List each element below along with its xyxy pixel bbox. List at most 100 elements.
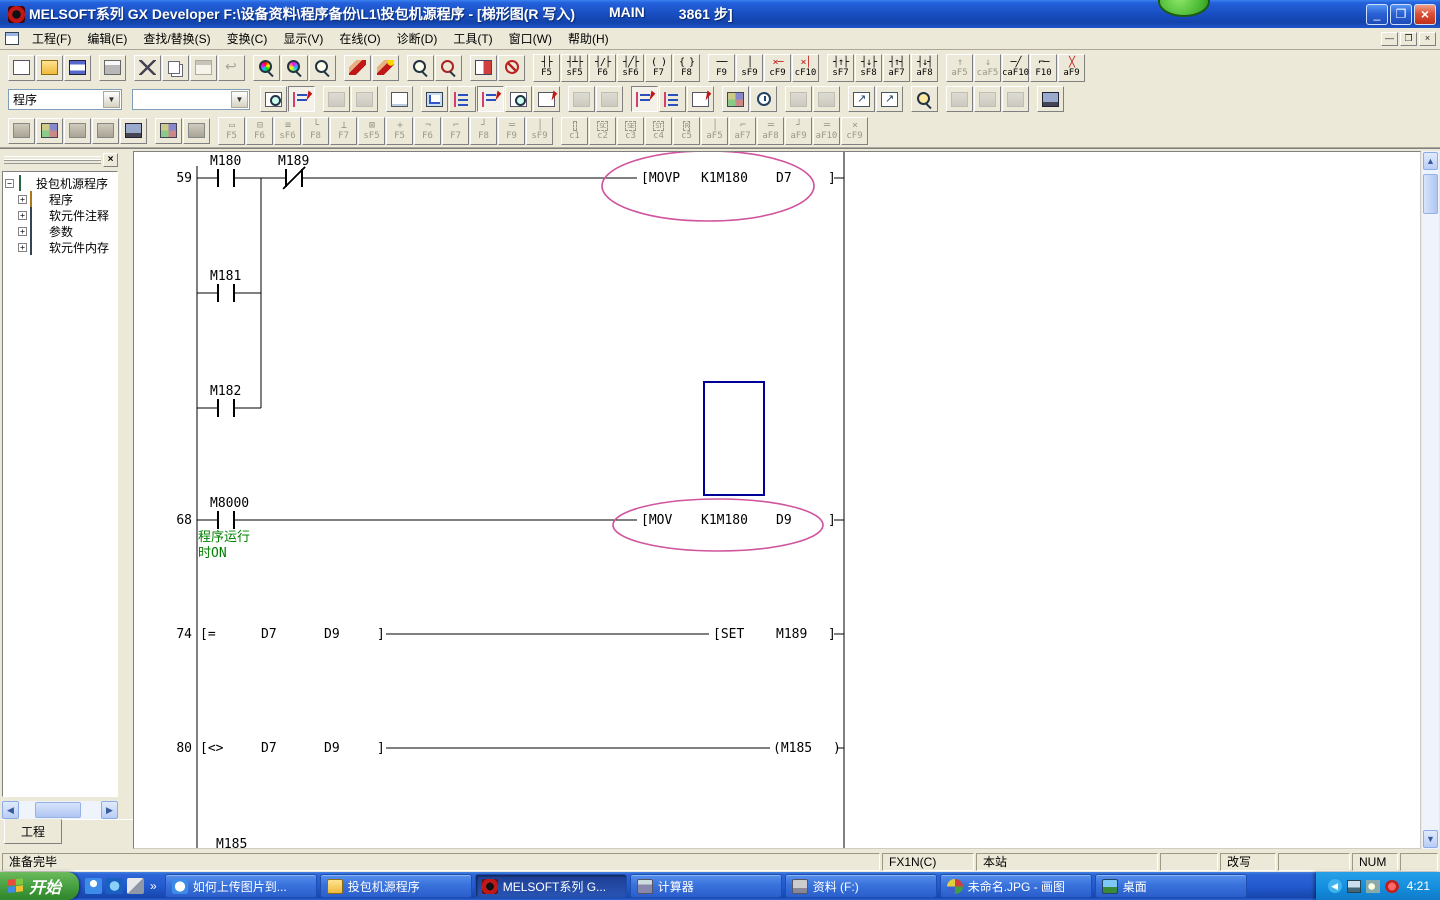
vertical-write-button[interactable] [386, 86, 413, 112]
minimize-button[interactable]: _ [1366, 4, 1388, 25]
ladder-instruction-text[interactable]: ] [377, 741, 385, 756]
ladder-symbol-cF10-button[interactable]: ×│cF10 [792, 54, 819, 82]
mdi-restore-button[interactable]: ❐ [1400, 32, 1417, 46]
volume-icon[interactable] [1366, 880, 1380, 893]
ladder-instruction-text[interactable]: [SET [713, 627, 744, 642]
zoom-in-button[interactable] [435, 55, 462, 81]
scroll-thumb[interactable] [1423, 174, 1438, 214]
find-button[interactable] [253, 55, 280, 81]
tree-item-软元件注释[interactable]: +软元件注释 [5, 207, 117, 223]
device-memory-batch-button[interactable] [722, 86, 749, 112]
tab-project[interactable]: 工程 [4, 819, 62, 844]
ladder-instruction-text[interactable]: ] [828, 171, 836, 186]
combo-dropdown-icon[interactable]: ▼ [103, 91, 120, 108]
ladder-contact-M181[interactable]: M181 [210, 269, 241, 284]
data-name-combobox[interactable]: ▼ [132, 89, 250, 110]
ladder-instruction-text[interactable]: D9 [324, 627, 340, 642]
open-window-2-button[interactable] [876, 86, 903, 112]
taskbar-task-资料 (F:)[interactable]: 资料 (F:) [785, 874, 937, 898]
save-button[interactable] [64, 55, 91, 81]
ladder-symbol-F10-button[interactable]: ⌐─F10 [1030, 54, 1057, 82]
taskbar-task-未命名.JPG - 画图[interactable]: 未命名.JPG - 画图 [940, 874, 1092, 898]
tile-windows-button[interactable] [155, 118, 182, 144]
ladder-instruction-text[interactable]: K1M180 [701, 171, 748, 186]
menu-诊断(D)[interactable]: 诊断(D) [389, 28, 446, 49]
open-window-1-button[interactable] [848, 86, 875, 112]
project-tree-toggle-button[interactable] [288, 86, 315, 112]
cut-button[interactable] [134, 55, 161, 81]
statement-edit-button[interactable] [659, 86, 686, 112]
help-find-button[interactable] [911, 86, 938, 112]
new-button[interactable] [8, 55, 35, 81]
find-replace-button[interactable] [281, 55, 308, 81]
ladder-instruction-text[interactable]: (M185 [773, 741, 812, 756]
project-data-list-button[interactable] [260, 86, 287, 112]
combo-dropdown-icon[interactable]: ▼ [231, 91, 248, 108]
restore-button[interactable]: ❐ [1390, 4, 1412, 25]
panel-grip-handle[interactable] [4, 156, 101, 164]
panel-close-icon[interactable]: × [103, 153, 118, 167]
menu-编辑(E)[interactable]: 编辑(E) [79, 28, 135, 49]
ladder-symbol-sF5-button[interactable]: ┤┴├sF5 [561, 54, 588, 82]
tree-item-参数[interactable]: +参数 [5, 223, 117, 239]
ladder-symbol-sF9-button[interactable]: │sF9 [736, 54, 763, 82]
ladder-device-label[interactable]: M185 [216, 837, 247, 848]
scroll-down-icon[interactable]: ▼ [1423, 830, 1438, 848]
ladder-instruction-text[interactable]: [= [200, 627, 216, 642]
quick-launch-1-icon[interactable] [85, 878, 102, 894]
quick-launch-2-icon[interactable] [106, 878, 123, 894]
scroll-thumb[interactable] [35, 802, 81, 818]
expand-icon[interactable]: + [18, 211, 27, 220]
ladder-contact-M180[interactable]: M180 [210, 154, 241, 169]
comment-display-button[interactable] [477, 86, 504, 112]
ladder-instruction-text[interactable]: ] [377, 627, 385, 642]
ladder-symbol-caF10-button[interactable]: ─╱caF10 [1002, 54, 1029, 82]
close-button[interactable]: × [1414, 4, 1436, 25]
edit-cursor-rect[interactable] [704, 382, 764, 495]
network-icon[interactable] [1347, 880, 1361, 893]
find-contact-button[interactable] [533, 86, 560, 112]
ladder-symbol-sF6-button[interactable]: ┤╱├sF6 [617, 54, 644, 82]
menu-帮助(H)[interactable]: 帮助(H) [560, 28, 617, 49]
cascade-windows-button[interactable] [183, 118, 210, 144]
monitor-write-button[interactable] [36, 118, 63, 144]
window-swap-button[interactable] [470, 55, 497, 81]
insert-mode-button[interactable] [372, 55, 399, 81]
ladder-instruction-text[interactable]: D7 [776, 171, 792, 186]
expand-icon[interactable]: + [18, 195, 27, 204]
quick-launch-overflow-icon[interactable]: » [148, 879, 159, 893]
ladder-instruction-text[interactable]: D7 [261, 627, 277, 642]
expand-icon[interactable]: + [18, 243, 27, 252]
menu-在线(O)[interactable]: 在线(O) [331, 28, 388, 49]
ladder-instruction-text[interactable]: [MOV [641, 513, 672, 528]
display-off-button[interactable] [498, 55, 525, 81]
quick-launch-3-icon[interactable] [127, 878, 144, 894]
ladder-instruction-text[interactable]: D9 [324, 741, 340, 756]
menu-窗口(W)[interactable]: 窗口(W) [501, 28, 560, 49]
ladder-symbol-sF7-button[interactable]: ┤↑├sF7 [827, 54, 854, 82]
taskbar-task-计算器[interactable]: 计算器 [630, 874, 782, 898]
ladder-instruction-text[interactable]: [MOVP [641, 171, 680, 186]
chevron-left-icon[interactable]: ◀ [1328, 879, 1342, 893]
taskbar-task-桌面[interactable]: 桌面 [1095, 874, 1247, 898]
menu-查找/替换(S)[interactable]: 查找/替换(S) [135, 28, 218, 49]
menu-显示(V)[interactable]: 显示(V) [275, 28, 331, 49]
monitor-mode-button[interactable] [8, 118, 35, 144]
ladder-symbol-aF7-button[interactable]: ┤↑┤aF7 [883, 54, 910, 82]
ladder-instruction-text[interactable]: D9 [776, 513, 792, 528]
tree-root-item[interactable]: −投包机源程序 [5, 175, 117, 191]
find-device-button[interactable] [309, 55, 336, 81]
error-jump-button[interactable] [64, 118, 91, 144]
ladder-contact-M8000[interactable]: M8000 [210, 496, 249, 511]
open-button[interactable] [36, 55, 63, 81]
ladder-symbol-F7-button[interactable]: ( )F7 [645, 54, 672, 82]
mdi-minimize-button[interactable]: — [1381, 32, 1398, 46]
vertical-scrollbar[interactable]: ▲ ▼ [1422, 151, 1439, 849]
tree-item-软元件内存[interactable]: +软元件内存 [5, 239, 117, 255]
alert-icon[interactable] [1385, 880, 1399, 893]
print-button[interactable] [99, 55, 126, 81]
ladder-editor[interactable]: 59M180M189M181M182[MOVPK1M180D7]68M8000程… [133, 151, 1421, 849]
ladder-instruction-text[interactable]: K1M180 [701, 513, 748, 528]
ladder-symbol-F5-button[interactable]: ┤├F5 [533, 54, 560, 82]
tree-item-程序[interactable]: +程序 [5, 191, 117, 207]
